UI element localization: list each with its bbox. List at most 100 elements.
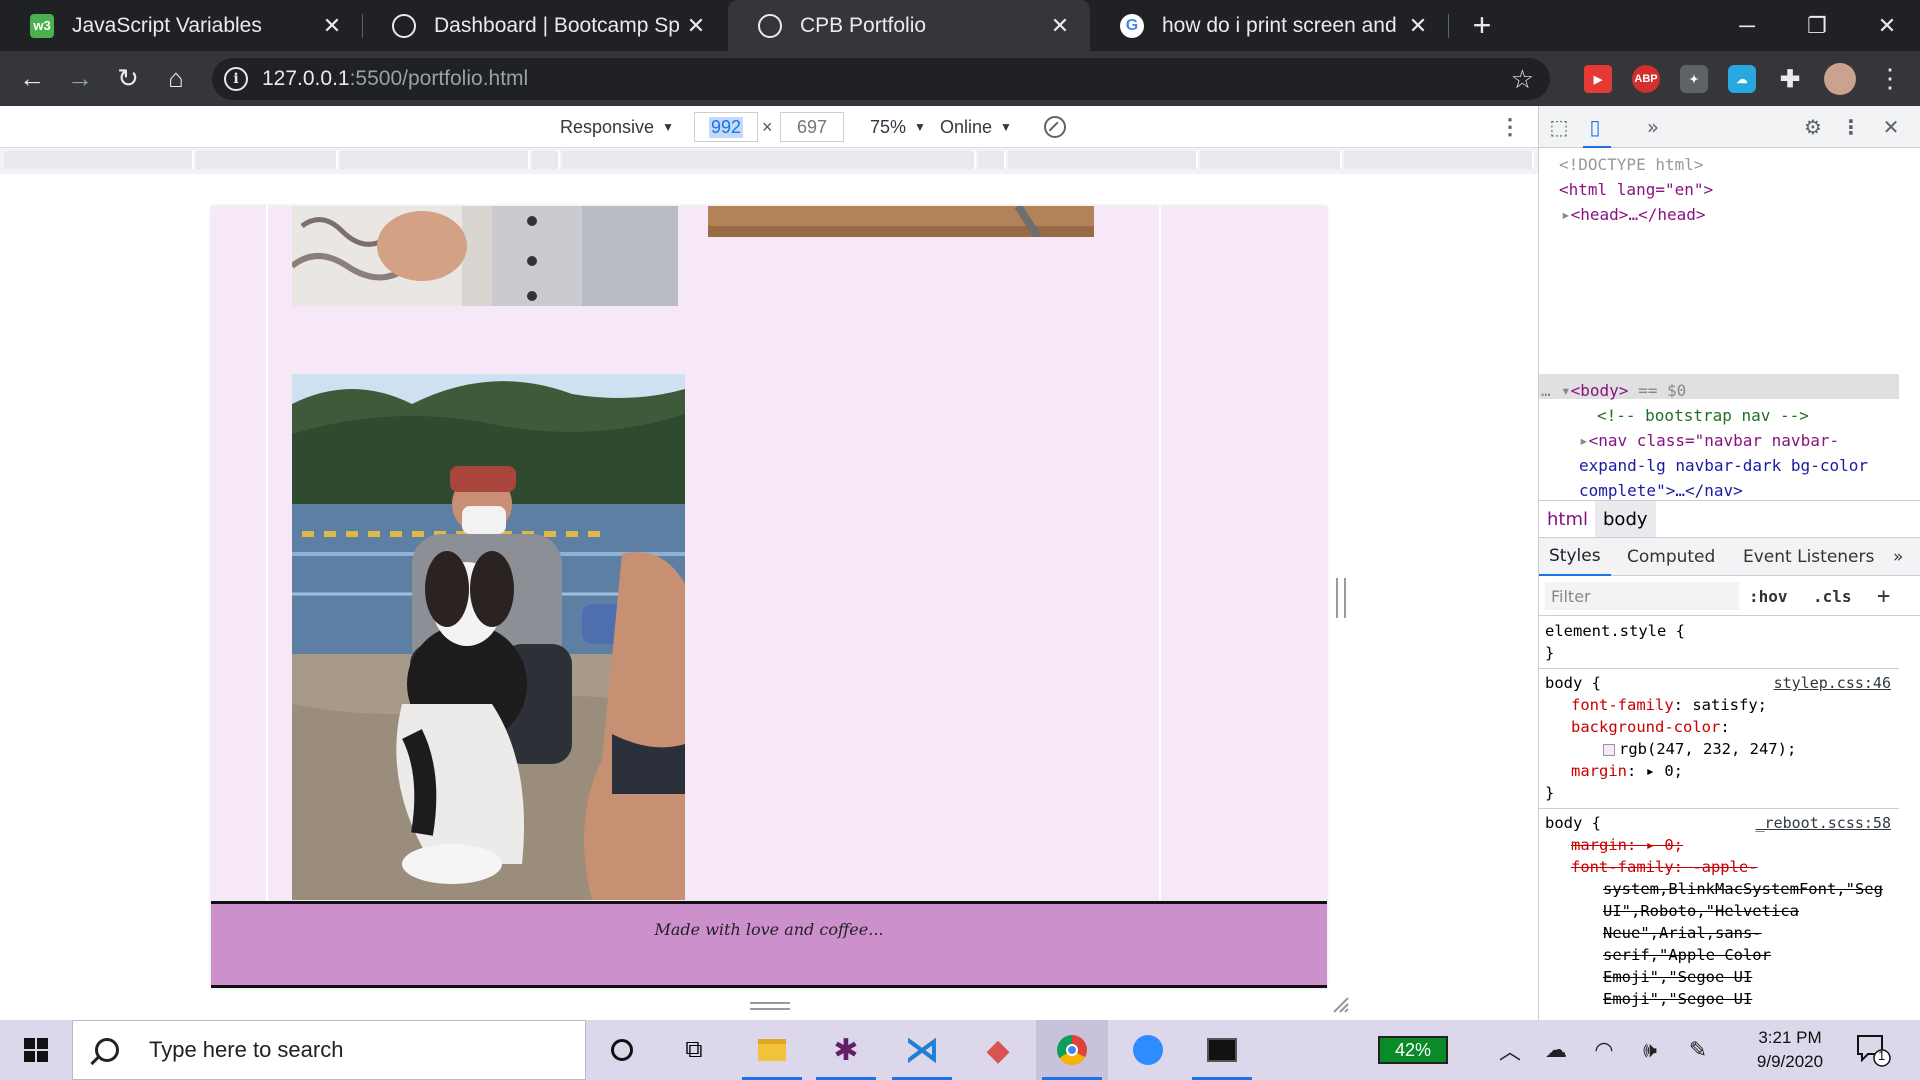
portfolio-photo-lake-dog[interactable] (292, 374, 685, 900)
overridden-declaration[interactable]: margin: ▸ 0; (1571, 834, 1683, 856)
chrome-icon[interactable] (1036, 1020, 1108, 1080)
close-icon[interactable]: ✕ (1873, 106, 1909, 148)
overridden-declaration[interactable]: font-family: -apple- (1571, 856, 1758, 878)
git-icon[interactable]: ◆ (962, 1020, 1034, 1080)
portfolio-page[interactable]: Made with love and coffee... (211, 206, 1327, 988)
more-panels-icon[interactable]: » (1635, 106, 1671, 148)
style-declaration[interactable]: margin: ▸ 0; (1571, 760, 1683, 782)
style-declaration[interactable]: font-family: satisfy; (1571, 694, 1767, 716)
expand-arrow-icon[interactable]: ▸ (1579, 431, 1589, 450)
taskbar-search-box[interactable]: Type here to search (72, 1020, 586, 1080)
adblock-icon[interactable]: ABP (1632, 65, 1660, 93)
onedrive-cloud-icon[interactable]: ☁ (1536, 1020, 1576, 1080)
home-button[interactable]: ⌂ (154, 51, 198, 106)
width-resize-handle[interactable] (1336, 578, 1346, 618)
color-swatch[interactable] (1603, 743, 1615, 756)
device-more-icon[interactable]: ⋮ (1498, 106, 1522, 148)
media-query-segment[interactable] (340, 151, 530, 169)
doctype-node[interactable]: <!DOCTYPE html> (1559, 152, 1704, 177)
throttle-select[interactable]: Online ▼ (940, 106, 1012, 148)
screencast-icon[interactable]: ▶ (1584, 65, 1612, 93)
height-resize-handle[interactable] (750, 1002, 790, 1010)
rule-selector[interactable]: body { (1545, 672, 1601, 694)
new-tab-button[interactable]: + (1462, 0, 1502, 51)
viewport-width-input[interactable]: 992 (694, 112, 758, 142)
comment-node[interactable]: <!-- bootstrap nav --> (1597, 403, 1809, 428)
html-node[interactable]: <html lang="en"> (1559, 177, 1713, 202)
zoom-icon[interactable] (1112, 1020, 1184, 1080)
media-query-segment[interactable] (1344, 151, 1534, 169)
pen-icon[interactable]: ✎ (1678, 1020, 1718, 1080)
puzzle-icon[interactable]: ✚ (1776, 65, 1804, 93)
hov-toggle[interactable]: :hov (1749, 582, 1788, 610)
devtools-menu-icon[interactable]: ⋮ (1833, 106, 1869, 148)
close-window-button[interactable]: ✕ (1852, 0, 1920, 51)
viewport-height-input[interactable]: 697 (780, 112, 844, 142)
tab-event-listeners[interactable]: Event Listeners (1733, 538, 1884, 576)
media-query-segment[interactable] (562, 151, 976, 169)
rotate-icon[interactable] (1044, 116, 1066, 138)
lightbulb-icon[interactable]: ✦ (1680, 65, 1708, 93)
volume-icon[interactable]: 🕪 (1630, 1020, 1670, 1080)
rule-source-link[interactable]: stylep.css:46 (1774, 672, 1891, 694)
start-button[interactable] (0, 1020, 72, 1080)
tab-google-search[interactable]: G how do i print screen and save to ✕ (1090, 0, 1448, 51)
reload-button[interactable]: ↻ (106, 51, 150, 106)
collapse-arrow-icon[interactable]: ▾ (1561, 381, 1571, 400)
portfolio-photo-family[interactable] (292, 206, 678, 306)
styles-filter-input[interactable]: Filter (1545, 582, 1739, 610)
address-bar[interactable]: i 127.0.0.1:5500/portfolio.html ☆ (212, 58, 1550, 100)
rule-source-link[interactable]: _reboot.scss:58 (1756, 812, 1891, 834)
file-explorer-icon[interactable] (736, 1020, 808, 1080)
star-icon[interactable]: ☆ (1511, 64, 1534, 95)
head-node[interactable]: ▸<head>…</head> (1561, 202, 1706, 227)
add-rule-button[interactable]: + (1877, 582, 1890, 610)
wifi-icon[interactable]: ◠ (1584, 1020, 1624, 1080)
terminal-icon[interactable] (1186, 1020, 1258, 1080)
system-clock[interactable]: 3:21 PM 9/9/2020 (1740, 1026, 1840, 1074)
chrome-menu-button[interactable]: ⋮ (1868, 51, 1912, 106)
tab-bootcamp-dashboard[interactable]: Dashboard | Bootcamp Spot ✕ (362, 0, 726, 51)
slack-icon[interactable]: ✱ (810, 1020, 882, 1080)
media-query-segment[interactable] (532, 151, 560, 169)
zoom-select[interactable]: 75% ▼ (870, 106, 926, 148)
rule-selector[interactable]: body { (1545, 812, 1601, 834)
tab-cpb-portfolio[interactable]: CPB Portfolio ✕ (728, 0, 1090, 51)
chevron-up-icon[interactable]: ︿ (1490, 1020, 1530, 1080)
gear-icon[interactable]: ⚙ (1795, 106, 1831, 148)
vscode-icon[interactable]: ⋊ (886, 1020, 958, 1080)
minimize-button[interactable]: ─ (1712, 0, 1782, 51)
task-view-icon[interactable]: ⧉ (658, 1020, 730, 1080)
cls-toggle[interactable]: .cls (1813, 582, 1852, 610)
device-toolbar-icon[interactable]: ▯ (1577, 106, 1613, 148)
profile-avatar[interactable] (1824, 63, 1856, 95)
breadcrumb-html[interactable]: html (1539, 501, 1596, 537)
style-declaration[interactable]: background-color: (1571, 716, 1730, 738)
media-query-segment[interactable] (1200, 151, 1342, 169)
cortana-icon[interactable] (586, 1020, 658, 1080)
media-query-segment[interactable] (196, 151, 338, 169)
close-icon[interactable]: ✕ (680, 13, 712, 39)
corner-resize-icon[interactable] (1332, 996, 1350, 1014)
tab-styles[interactable]: Styles (1539, 538, 1611, 576)
style-value[interactable]: rgb(247, 232, 247); (1603, 738, 1796, 760)
breadcrumb-body[interactable]: body (1595, 501, 1656, 537)
inspect-element-icon[interactable]: ⬚ (1541, 106, 1577, 148)
back-button[interactable]: ← (10, 51, 54, 106)
close-icon[interactable]: ✕ (1044, 13, 1076, 39)
info-icon[interactable]: i (224, 67, 248, 91)
notification-center-icon[interactable]: 1 (1852, 1032, 1892, 1068)
tab-javascript-variables[interactable]: w3 JavaScript Variables ✕ (0, 0, 362, 51)
tab-computed[interactable]: Computed (1617, 538, 1725, 576)
portfolio-photo-wood[interactable] (708, 206, 1094, 237)
media-query-segment[interactable] (4, 151, 194, 169)
media-query-segment[interactable] (1008, 151, 1198, 169)
close-icon[interactable]: ✕ (1402, 13, 1434, 39)
restore-button[interactable]: ❐ (1782, 0, 1852, 51)
element-style-selector[interactable]: element.style { (1545, 620, 1685, 642)
cloud-icon[interactable]: ☁ (1728, 65, 1756, 93)
battery-indicator[interactable]: 42% (1378, 1036, 1448, 1064)
body-node[interactable]: ▾<body> == $0 (1561, 378, 1686, 403)
forward-button[interactable]: → (58, 51, 102, 106)
device-mode-select[interactable]: Responsive ▼ (560, 106, 674, 148)
